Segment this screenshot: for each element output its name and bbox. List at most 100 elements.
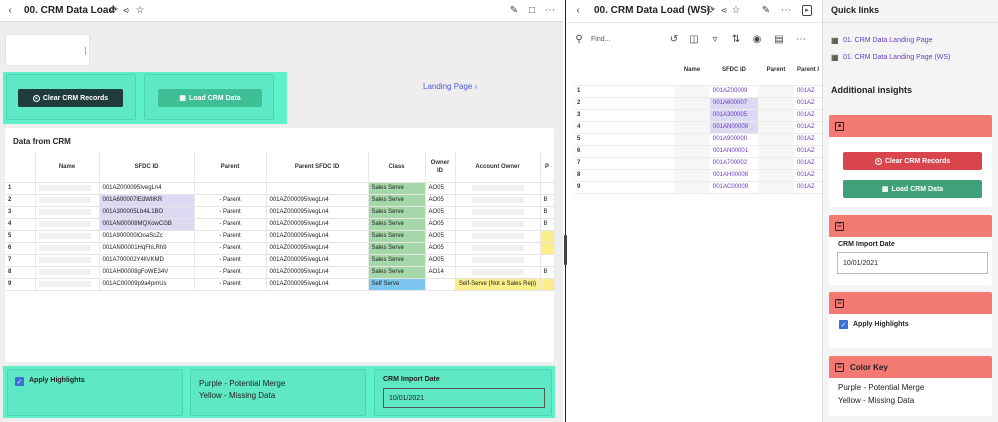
class-cell[interactable]: Sales Serve xyxy=(368,266,426,279)
parent-sfdc-id-cell[interactable]: 001AZ000095IvegLn4 xyxy=(266,194,369,207)
parent-cell[interactable]: - Parent xyxy=(194,230,267,243)
star-icon[interactable]: ☆ xyxy=(730,5,742,17)
import-date-field[interactable]: 10/01/2021 xyxy=(383,388,545,408)
sfdc-id-cell[interactable]: 001AC00009p9a4pmUs xyxy=(99,278,195,291)
row-number[interactable]: 6 xyxy=(5,242,36,255)
account-owner-cell[interactable] xyxy=(455,194,541,207)
name-cell[interactable] xyxy=(674,145,710,158)
clear-crm-records-button[interactable]: × Clear CRM Records xyxy=(18,89,123,107)
column-header[interactable]: P xyxy=(540,152,555,183)
table-row[interactable]: 7 001A700002Y4llVKMD - Parent 001AZ000095Iv… xyxy=(5,254,555,267)
row-number[interactable]: 3 xyxy=(574,109,674,122)
table-row[interactable]: 9 001AC00009p9a4pmUs - Parent 001AZ000095Iv… xyxy=(5,278,555,291)
comment-icon[interactable]: □ xyxy=(526,5,538,17)
owner-id-cell[interactable]: AO14 xyxy=(425,266,456,279)
account-owner-cell[interactable] xyxy=(455,206,541,219)
back-chevron-icon[interactable]: ‹ xyxy=(572,5,584,17)
star-icon[interactable]: ☆ xyxy=(134,5,146,17)
p-cell[interactable] xyxy=(540,182,555,195)
column-header[interactable]: Parent I xyxy=(794,55,822,86)
name-cell[interactable] xyxy=(35,254,100,267)
parent-sfdc-id-cell[interactable]: 001AZ000095IvegLn4 xyxy=(266,278,369,291)
column-header[interactable]: Name xyxy=(674,55,710,86)
class-cell[interactable]: Sales Serve xyxy=(368,230,426,243)
column-header[interactable]: Name xyxy=(35,152,100,183)
parent-cell[interactable]: - Parent xyxy=(194,278,267,291)
parent-sfdc-id-cell[interactable]: 001AZ xyxy=(794,169,822,182)
account-owner-cell[interactable]: Self-Serve (Not a Sales Rep) xyxy=(455,278,541,291)
row-number[interactable]: 3 xyxy=(5,206,36,219)
account-owner-cell[interactable] xyxy=(455,254,541,267)
sync-icon[interactable]: ⟳ xyxy=(108,5,120,17)
parent-sfdc-id-cell[interactable]: 001AZ xyxy=(794,133,822,146)
table-row[interactable]: 3 001A300005Lb4iL1BO - Parent 001AZ000095Iv… xyxy=(5,206,555,219)
resize-handle[interactable] xyxy=(564,235,567,265)
table-row[interactable]: 6 001AN00001 001AZ xyxy=(574,145,822,158)
name-cell[interactable] xyxy=(35,182,100,195)
name-cell[interactable] xyxy=(35,206,100,219)
parent-cell[interactable]: - Parent xyxy=(194,266,267,279)
edit-icon[interactable]: ✎ xyxy=(760,5,772,17)
name-cell[interactable] xyxy=(35,266,100,279)
column-header[interactable]: Account Owner xyxy=(455,152,541,183)
sfdc-id-cell[interactable]: 001AZ000095IvegLn4 xyxy=(99,182,195,195)
column-header[interactable]: Class xyxy=(368,152,426,183)
column-header[interactable]: SFDC ID xyxy=(710,55,758,86)
column-header[interactable]: Parent xyxy=(194,152,267,183)
name-cell[interactable] xyxy=(35,230,100,243)
class-cell[interactable]: Self Serve xyxy=(368,278,426,291)
table-row[interactable]: 5 001A900000lOoaScZc - Parent 001AZ000095Iv… xyxy=(5,230,555,243)
account-owner-cell[interactable] xyxy=(455,266,541,279)
parent-sfdc-id-cell[interactable]: 001AZ000095IvegLn4 xyxy=(266,266,369,279)
parent-cell[interactable] xyxy=(194,182,267,195)
find-input[interactable]: Find... xyxy=(591,36,610,43)
name-cell[interactable] xyxy=(674,121,710,134)
class-cell[interactable]: Sales Serve xyxy=(368,182,426,195)
sfdc-id-cell[interactable]: 001AN00008MQXowCGB xyxy=(99,218,195,231)
row-number[interactable]: 7 xyxy=(5,254,36,267)
name-cell[interactable] xyxy=(35,278,100,291)
parent-sfdc-id-cell[interactable]: 001AZ xyxy=(794,85,822,98)
owner-id-cell[interactable]: AO05 xyxy=(425,206,456,219)
table-row[interactable]: 6 001AN00001HqFhLRh9 - Parent 001AZ000095Iv… xyxy=(5,242,555,255)
table-row[interactable]: 8 001AH00008 001AZ xyxy=(574,169,822,182)
parent-cell[interactable] xyxy=(758,169,794,182)
table-row[interactable]: 2 001A600007lEdWlIKR - Parent 001AZ000095Iv… xyxy=(5,194,555,207)
class-cell[interactable]: Sales Serve xyxy=(368,206,426,219)
name-cell[interactable] xyxy=(674,85,710,98)
name-cell[interactable] xyxy=(674,181,710,194)
apply-highlights-checkbox[interactable]: ✓ xyxy=(839,320,848,329)
sfdc-id-cell[interactable]: 001A700002 xyxy=(710,157,758,170)
view-icon[interactable]: ◉ xyxy=(751,34,763,46)
parent-sfdc-id-cell[interactable]: 001AZ000095IvegLn4 xyxy=(266,254,369,267)
collapse-panel-icon[interactable]: ▸ xyxy=(802,5,812,16)
pivot-icon[interactable]: ◫ xyxy=(688,34,700,46)
parent-cell[interactable]: - Parent xyxy=(194,218,267,231)
table-row[interactable]: 7 001A700002 001AZ xyxy=(574,157,822,170)
class-cell[interactable]: Sales Serve xyxy=(368,242,426,255)
parent-sfdc-id-cell[interactable]: 001AZ xyxy=(794,97,822,110)
class-cell[interactable]: Sales Serve xyxy=(368,194,426,207)
parent-sfdc-id-cell[interactable]: 001AZ000095IvegLn4 xyxy=(266,242,369,255)
owner-id-cell[interactable]: AO05 xyxy=(425,230,456,243)
name-cell[interactable] xyxy=(674,109,710,122)
row-number[interactable]: 8 xyxy=(5,266,36,279)
owner-id-cell[interactable]: AO05 xyxy=(425,194,456,207)
parent-sfdc-id-cell[interactable]: 001AZ xyxy=(794,181,822,194)
name-cell[interactable] xyxy=(674,169,710,182)
table-row[interactable]: 2 001A600007 001AZ xyxy=(574,97,822,110)
parent-cell[interactable] xyxy=(758,97,794,110)
owner-id-cell[interactable]: AO05 xyxy=(425,254,456,267)
row-number[interactable]: 1 xyxy=(5,182,36,195)
more-icon[interactable]: ⋯ xyxy=(795,34,807,46)
sort-icon[interactable]: ⇅ xyxy=(730,34,742,46)
row-number[interactable]: 5 xyxy=(574,133,674,146)
history-icon[interactable]: ↺ xyxy=(668,34,680,46)
sync-icon[interactable]: ⟳ xyxy=(705,5,717,17)
table-row[interactable]: 4 001AN00008MQXowCGB - Parent 001AZ000095Iv… xyxy=(5,218,555,231)
sfdc-id-cell[interactable]: 001A900000lOoaScZc xyxy=(99,230,195,243)
parent-cell[interactable] xyxy=(758,133,794,146)
row-number[interactable]: 2 xyxy=(5,194,36,207)
parent-sfdc-id-cell[interactable] xyxy=(266,182,369,195)
row-number[interactable]: 2 xyxy=(574,97,674,110)
